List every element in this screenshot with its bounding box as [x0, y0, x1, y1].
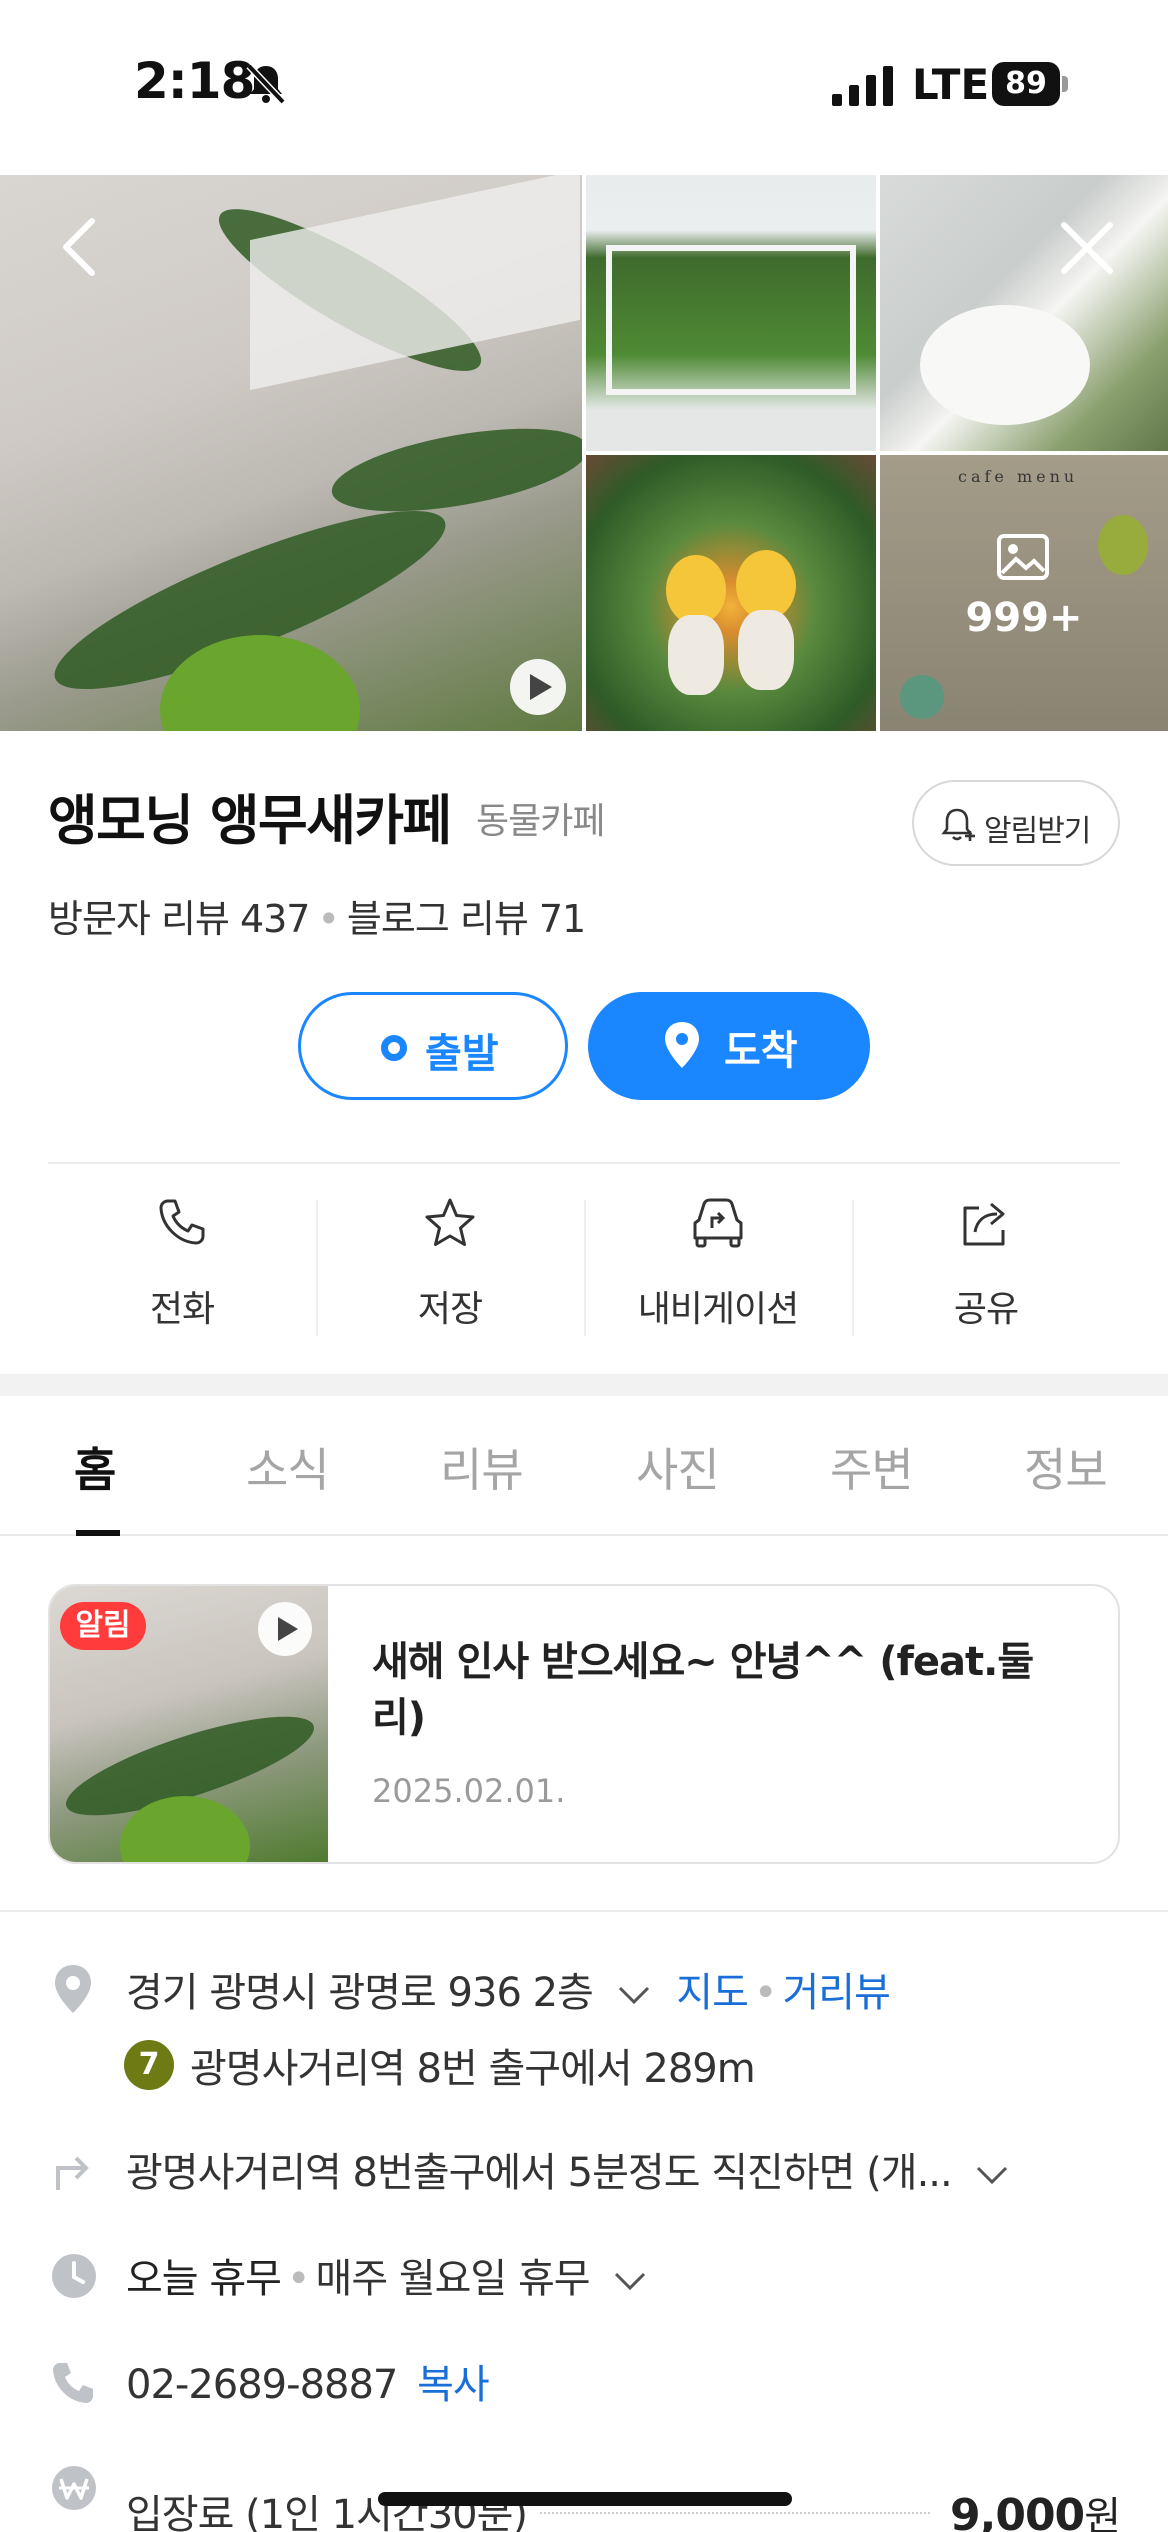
video-play-button[interactable]: [510, 659, 566, 715]
divider: [0, 1910, 1168, 1912]
share-action[interactable]: 공유: [852, 1196, 1120, 1346]
notice-date: 2025.02.01.: [372, 1772, 566, 1810]
hours-regular: 매주 월요일 휴무: [315, 2256, 591, 2302]
gallery-photo[interactable]: [586, 175, 876, 451]
gallery-photo[interactable]: [880, 175, 1168, 451]
subway-text: 광명사거리역 8번 출구에서 289m: [190, 2046, 756, 2092]
photo-gallery: cafe menu 999+: [0, 175, 1168, 731]
phone-icon: [53, 2363, 93, 2403]
directions-row[interactable]: 광명사거리역 8번출구에서 5분정도 직진하면 (개...: [126, 2140, 1009, 2198]
image-icon: [997, 534, 1049, 580]
signal-icon: [832, 66, 893, 106]
review-summary: 방문자 리뷰 437 • 블로그 리뷰 71: [48, 897, 586, 941]
home-indicator[interactable]: [378, 2492, 792, 2506]
section-separator: [0, 1374, 1168, 1396]
subscribe-alert-button[interactable]: 알림받기: [912, 780, 1120, 866]
departure-label: 출발: [425, 1031, 499, 1077]
notice-play-button[interactable]: [258, 1602, 312, 1656]
divider: [48, 1162, 1120, 1164]
status-bar: 2:18 LTE 89: [0, 0, 1168, 175]
phone-row: 02-2689-8887 복사: [126, 2352, 490, 2410]
location-pin-icon: [55, 1965, 91, 2013]
battery-icon: 89: [992, 62, 1068, 106]
subscribe-alert-label: 알림받기: [984, 814, 1091, 849]
set-departure-button[interactable]: 출발: [298, 992, 568, 1100]
play-icon: [278, 1617, 298, 1641]
place-name: 앵모닝 앵무새카페: [48, 789, 452, 852]
directions-text: 광명사거리역 8번출구에서 5분정도 직진하면 (개...: [126, 2150, 953, 2196]
hours-today: 오늘 휴무: [126, 2256, 282, 2302]
save-action[interactable]: 저장: [316, 1196, 584, 1346]
directions-icon: [56, 2156, 89, 2190]
blog-review-link[interactable]: 블로그 리뷰 71: [347, 897, 586, 941]
bell-plus-icon: [941, 808, 975, 841]
tab-photos[interactable]: 사진: [636, 1434, 720, 1500]
chevron-down-icon[interactable]: [617, 1985, 651, 2005]
place-category: 동물카페: [476, 801, 605, 842]
network-type: LTE: [912, 60, 990, 109]
street-view-link[interactable]: 거리뷰: [783, 1970, 891, 2016]
fee-price: 9,000원: [950, 2490, 1121, 2532]
subway-line-badge: 7: [124, 2040, 174, 2090]
notice-card[interactable]: 알림 새해 인사 받으세요~ 안녕^^ (feat.둘리) 2025.02.01…: [48, 1584, 1120, 1864]
hours-row[interactable]: 오늘 휴무 • 매주 월요일 휴무: [126, 2246, 647, 2304]
chevron-down-icon[interactable]: [975, 2165, 1009, 2185]
map-link[interactable]: 지도: [676, 1970, 749, 2016]
visitor-review-link[interactable]: 방문자 리뷰 437: [48, 897, 310, 941]
fee-label: 입장료 (1인 1시간30분): [126, 2492, 528, 2532]
play-icon: [530, 674, 552, 700]
copy-phone-button[interactable]: 복사: [417, 2362, 490, 2408]
status-time: 2:18: [134, 52, 255, 110]
star-icon: [425, 1198, 475, 1246]
tab-home[interactable]: 홈: [74, 1434, 116, 1500]
won-currency-icon: [52, 2466, 96, 2510]
tab-info[interactable]: 정보: [1024, 1434, 1108, 1500]
map-pin-icon: [665, 1022, 699, 1068]
set-arrival-button[interactable]: 도착: [588, 992, 870, 1100]
tab-nearby[interactable]: 주변: [830, 1434, 914, 1500]
call-action[interactable]: 전화: [48, 1196, 316, 1346]
share-icon: [963, 1202, 1005, 1246]
address-row: 경기 광명시 광명로 936 2층 지도 • 거리뷰: [126, 1970, 891, 2016]
tab-bar: 홈 소식 리뷰 사진 주변 정보: [0, 1396, 1168, 1536]
notice-badge: 알림: [60, 1602, 146, 1650]
navigation-action[interactable]: 내비게이션: [584, 1196, 852, 1346]
car-navigation-icon: [693, 1198, 743, 1248]
phone-number[interactable]: 02-2689-8887: [126, 2362, 398, 2408]
notice-title: 새해 인사 받으세요~ 안녕^^ (feat.둘리): [372, 1639, 1034, 1741]
phone-icon: [159, 1199, 205, 1245]
active-tab-indicator: [76, 1530, 120, 1536]
clock-icon: [52, 2254, 96, 2298]
chevron-down-icon[interactable]: [613, 2271, 647, 2291]
close-icon[interactable]: [1058, 219, 1116, 277]
address-text: 경기 광명시 광명로 936 2층: [126, 1970, 594, 2016]
tab-news[interactable]: 소식: [246, 1434, 330, 1500]
tab-reviews[interactable]: 리뷰: [440, 1434, 524, 1500]
gallery-photo[interactable]: [586, 455, 876, 731]
more-photos-count: 999+: [965, 595, 1083, 641]
departure-dot-icon: [381, 1035, 407, 1061]
arrival-label: 도착: [724, 1028, 798, 1074]
battery-level: 89: [992, 62, 1060, 106]
price-leader: [540, 2512, 930, 2514]
bell-off-icon: [246, 63, 286, 105]
back-icon[interactable]: [56, 215, 104, 279]
